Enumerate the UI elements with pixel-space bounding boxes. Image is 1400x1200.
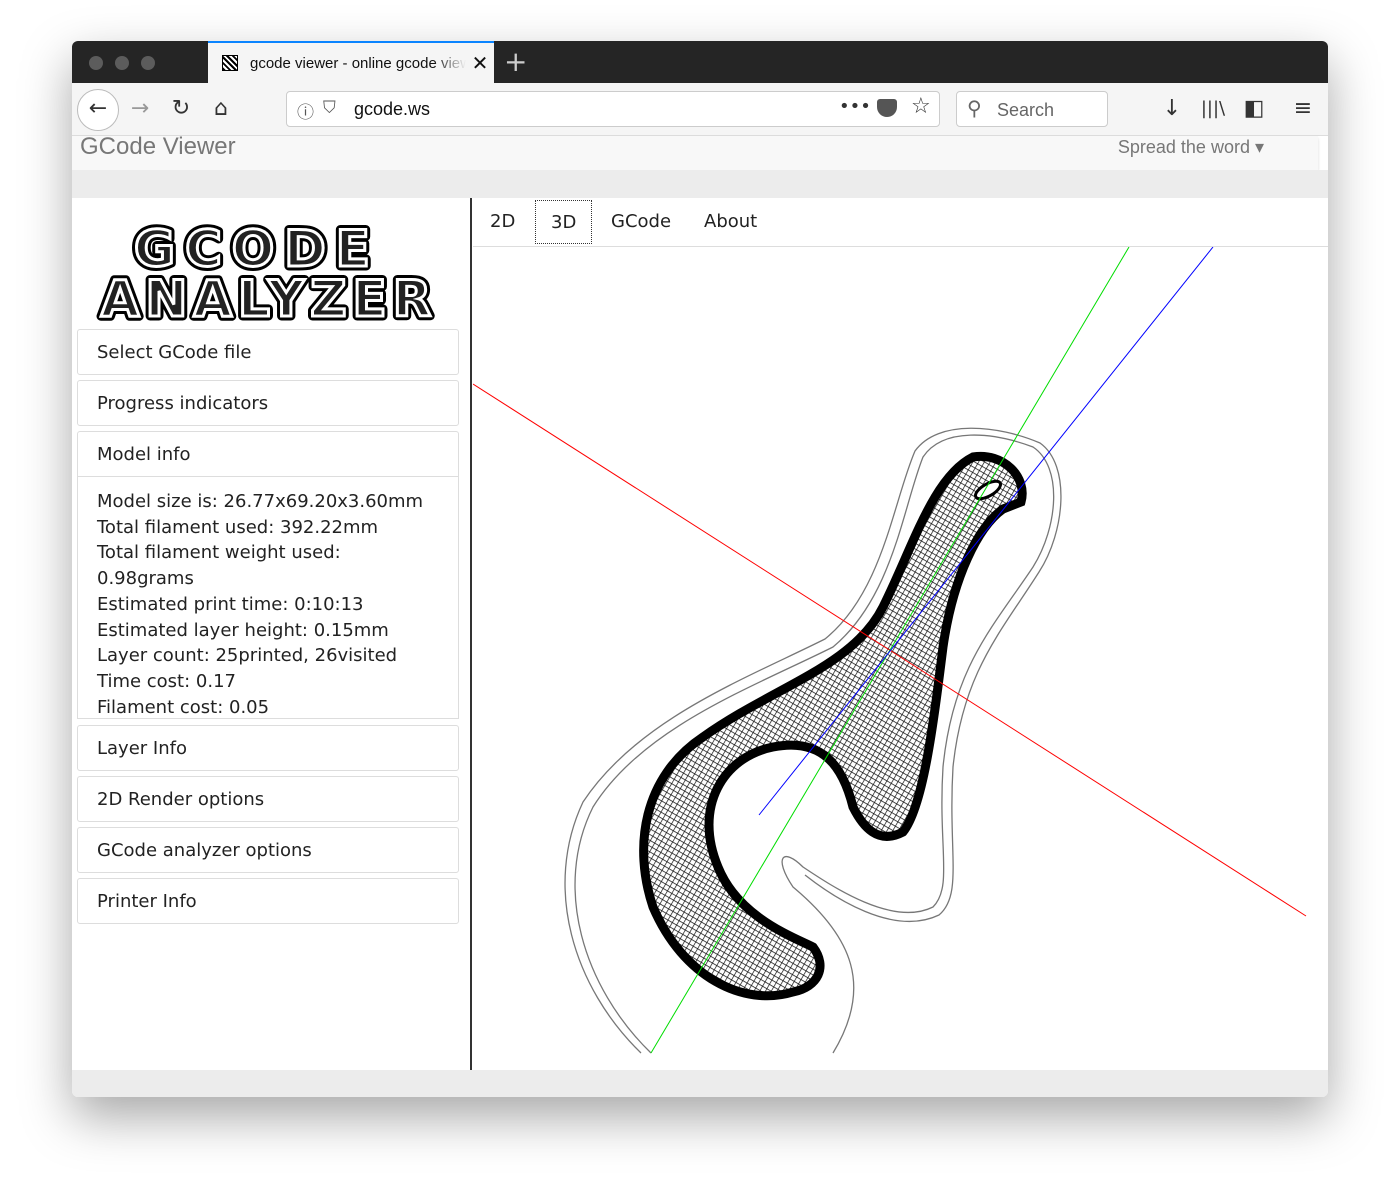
brand-link[interactable]: GCode Viewer	[80, 133, 236, 161]
url-bar[interactable]: ⓘ ⛉ gcode.ws ••• ☆	[286, 91, 940, 127]
z-axis-line	[758, 247, 1214, 816]
accordion-select-gcode-file[interactable]: Select GCode file	[77, 329, 459, 375]
site-navbar: GCode Viewer Spread the word ▾	[72, 133, 1318, 170]
layer-count: Layer count: 25printed, 26visited	[97, 645, 398, 667]
maximize-window-button[interactable]	[141, 56, 155, 70]
pocket-icon[interactable]	[877, 99, 897, 117]
back-icon[interactable]: ←	[77, 89, 119, 131]
info-icon[interactable]: ⓘ	[297, 98, 314, 123]
accordion-model-info[interactable]: Model info	[77, 431, 459, 477]
3d-canvas[interactable]	[473, 247, 1328, 1070]
model-info-panel: Model size is: 26.77x69.20x3.60mm Total …	[77, 477, 459, 719]
download-icon[interactable]: ↓	[1157, 95, 1187, 123]
viewer-panel: 2D 3D GCode About	[473, 198, 1328, 1070]
footer-strip	[72, 1070, 1328, 1097]
minimize-window-button[interactable]	[115, 56, 129, 70]
model-size: Model size is: 26.77x69.20x3.60mm	[97, 491, 424, 512]
home-icon[interactable]: ⌂	[206, 95, 236, 123]
tab-bar: gcode viewer - online gcode viewer ✕ +	[72, 41, 1328, 83]
reload-icon[interactable]: ↻	[166, 95, 196, 123]
tab-3d[interactable]: 3D	[535, 200, 593, 244]
forward-icon[interactable]: →	[125, 95, 155, 123]
filament-weight: Total filament weight used: 0.98grams	[97, 542, 341, 590]
print-time: Estimated print time: 0:10:13	[97, 593, 364, 615]
favicon-icon	[222, 55, 238, 71]
tab-title: gcode viewer - online gcode viewer	[250, 54, 466, 72]
accordion-2d-render-options[interactable]: 2D Render options	[77, 776, 459, 822]
browser-window: gcode viewer - online gcode viewer ✕ + ←…	[72, 41, 1328, 1097]
model-mesh	[639, 451, 1027, 1001]
star-icon[interactable]: ☆	[911, 94, 931, 119]
menu-icon[interactable]: ≡	[1288, 95, 1318, 123]
layer-height: Estimated layer height: 0.15mm	[97, 619, 389, 641]
browser-tab[interactable]: gcode viewer - online gcode viewer ✕	[208, 41, 494, 83]
url-text[interactable]: gcode.ws	[354, 99, 430, 120]
more-icon[interactable]: •••	[839, 96, 871, 117]
sidebar: GCODE ANALYZER GCODE ANALYZER Select GCo…	[72, 198, 470, 1070]
filament-cost: Filament cost: 0.05	[97, 696, 270, 718]
sidebar-icon[interactable]: ◧	[1239, 95, 1269, 123]
tab-about[interactable]: About	[689, 200, 772, 244]
search-placeholder[interactable]: Search	[997, 100, 1054, 121]
total-filament: Total filament used: 392.22mm	[97, 516, 379, 538]
shield-icon[interactable]: ⛉	[323, 98, 336, 118]
accordion-progress-indicators[interactable]: Progress indicators	[77, 380, 459, 426]
close-tab-icon[interactable]: ✕	[466, 51, 494, 75]
accordion-printer-info[interactable]: Printer Info	[77, 878, 459, 924]
toolbar: ← → ↻ ⌂ ⓘ ⛉ gcode.ws ••• ☆ ⚲ Search ↓ ||…	[72, 83, 1328, 136]
spread-the-word-dropdown[interactable]: Spread the word ▾	[1118, 137, 1264, 158]
panel-divider[interactable]	[470, 198, 472, 1070]
new-tab-button[interactable]: +	[504, 45, 527, 78]
search-icon: ⚲	[967, 96, 982, 120]
accordion-layer-info[interactable]: Layer Info	[77, 725, 459, 771]
svg-text:ANALYZER: ANALYZER	[101, 270, 437, 328]
accordion-gcode-analyzer-options[interactable]: GCode analyzer options	[77, 827, 459, 873]
gcode-analyzer-logo: GCODE ANALYZER GCODE ANALYZER	[96, 216, 437, 333]
y-axis-line	[650, 247, 1130, 1054]
tab-gcode[interactable]: GCode	[596, 200, 686, 244]
header-strip	[72, 170, 1328, 198]
close-window-button[interactable]	[89, 56, 103, 70]
library-icon[interactable]: |||\	[1198, 95, 1228, 123]
viewer-tabs: 2D 3D GCode About	[473, 198, 1328, 247]
tab-2d[interactable]: 2D	[475, 200, 530, 244]
search-box[interactable]: ⚲ Search	[956, 91, 1108, 127]
time-cost: Time cost: 0.17	[97, 670, 236, 692]
